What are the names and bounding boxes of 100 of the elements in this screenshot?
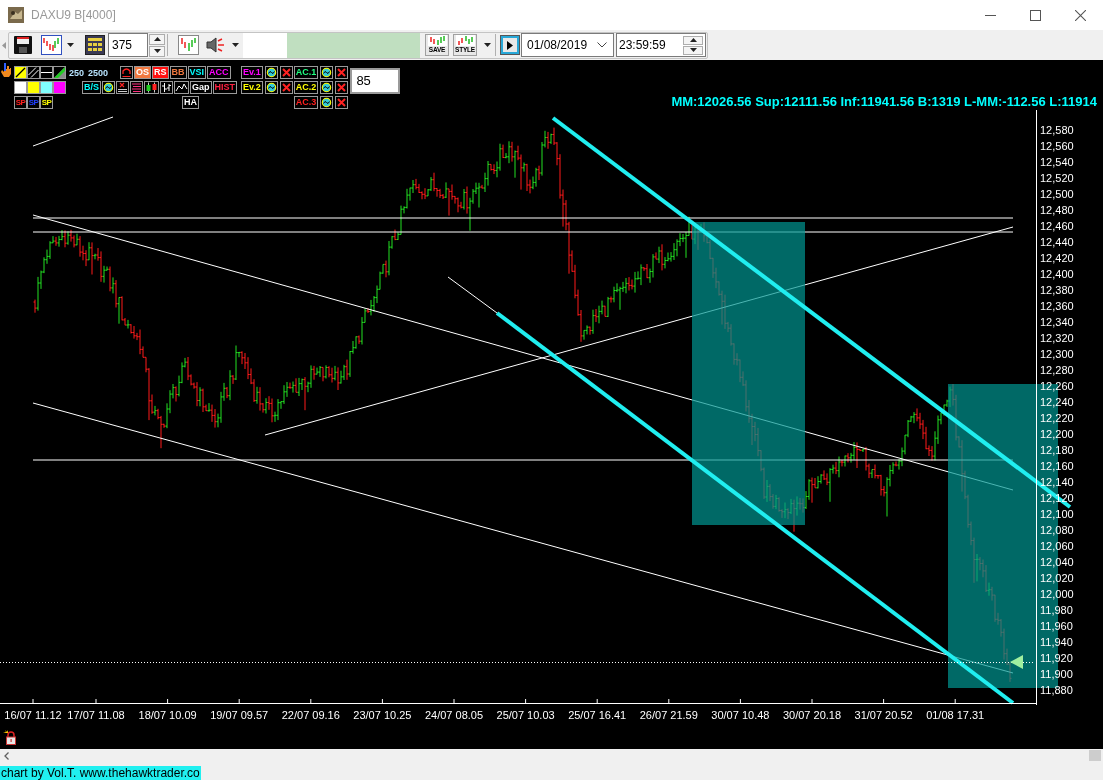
- price-label: 11,940: [1040, 636, 1073, 648]
- time-label: 22/07 09.16: [281, 709, 340, 721]
- price-label: 12,140: [1040, 476, 1074, 488]
- time-label: 17/07 11.08: [67, 709, 125, 721]
- close-icon[interactable]: [1075, 9, 1086, 21]
- arch-icon[interactable]: [120, 66, 134, 79]
- chart-style-button[interactable]: Gap: [190, 81, 212, 94]
- price-label: 12,120: [1040, 492, 1074, 504]
- horizontal-scrollbar[interactable]: [0, 749, 1103, 762]
- price-label: 12,000: [1040, 588, 1074, 600]
- wave-circle-icon[interactable]: [102, 81, 115, 94]
- chart-style-button[interactable]: HIST: [212, 81, 238, 94]
- shaded-area-icon[interactable]: [53, 66, 66, 79]
- value-field[interactable]: 85: [350, 68, 401, 94]
- indicator-button[interactable]: RS: [152, 66, 169, 79]
- price-label: 12,280: [1040, 364, 1074, 376]
- wave-circle-icon[interactable]: [264, 66, 278, 79]
- period-option[interactable]: 2500: [88, 66, 109, 79]
- time-label: 01/08 17.31: [926, 709, 985, 721]
- price-label: 12,460: [1040, 220, 1074, 232]
- time-label: 19/07 09.57: [210, 709, 269, 721]
- ac-level-button[interactable]: AC.3: [293, 96, 319, 109]
- chevron-left-icon[interactable]: [4, 751, 9, 760]
- grip-icon[interactable]: [2, 41, 6, 49]
- close-icon[interactable]: [335, 66, 349, 79]
- indicator-button[interactable]: VSI: [187, 66, 207, 79]
- time-label: 30/07 10.48: [711, 709, 770, 721]
- indicator-button[interactable]: ACC: [207, 66, 231, 79]
- price-label: 12,360: [1040, 300, 1074, 312]
- time-label: 31/07 20.52: [854, 709, 913, 721]
- price-label: 11,880: [1040, 684, 1073, 696]
- time-label: 25/07 10.03: [496, 709, 555, 721]
- close-icon[interactable]: [279, 66, 293, 79]
- price-label: 12,480: [1040, 204, 1074, 216]
- price-label: 12,240: [1040, 396, 1074, 408]
- time-label: 23/07 10.25: [353, 709, 412, 721]
- sp-button[interactable]: SP: [14, 96, 27, 109]
- window-title: DAXU9 B[4000]: [31, 8, 116, 22]
- color-swatch-icon[interactable]: [40, 81, 53, 94]
- buy-sell-button[interactable]: B/S: [82, 81, 101, 94]
- price-label: 12,020: [1040, 572, 1074, 584]
- price-label: 12,340: [1040, 316, 1074, 328]
- minimize-icon[interactable]: [985, 14, 996, 16]
- line-tool-icon[interactable]: [14, 66, 27, 79]
- triangle-marker-icon: [1010, 655, 1023, 669]
- indicator-readout: MM:12026.56 Sup:12111.56 Inf:11941.56 B:1319 L-MM:-112.56 L:11914: [671, 94, 1097, 109]
- wave-circle-icon[interactable]: [320, 96, 334, 109]
- time-label: 24/07 08.05: [424, 709, 484, 721]
- price-label: 12,500: [1040, 188, 1074, 200]
- app-icon: [8, 7, 24, 23]
- event-button[interactable]: Ev.1: [241, 66, 263, 79]
- price-label: 12,400: [1040, 268, 1074, 280]
- time-label: 25/07 16.41: [568, 709, 627, 721]
- sp-button[interactable]: SP: [40, 96, 53, 109]
- color-swatch-icon[interactable]: [14, 81, 27, 94]
- price-label: 12,200: [1040, 428, 1074, 440]
- ac-level-button[interactable]: AC.2: [293, 81, 319, 94]
- event-button[interactable]: Ev.2: [241, 81, 263, 94]
- price-label: 12,420: [1040, 252, 1074, 264]
- stripes-icon[interactable]: [130, 81, 143, 94]
- time-label: 16/07 11.12: [4, 709, 62, 721]
- price-label: 12,380: [1040, 284, 1074, 296]
- price-label: 12,160: [1040, 460, 1074, 472]
- period-option[interactable]: 250: [69, 66, 85, 79]
- wave-circle-icon[interactable]: [264, 81, 278, 94]
- wave-circle-icon[interactable]: [320, 81, 334, 94]
- price-label: 11,920: [1040, 652, 1073, 664]
- wave-circle-icon[interactable]: [320, 66, 334, 79]
- maximize-icon[interactable]: [1030, 9, 1041, 21]
- close-icon[interactable]: [279, 81, 293, 94]
- color-swatch-icon[interactable]: [53, 81, 66, 94]
- candlestick-icon[interactable]: [144, 81, 159, 94]
- ac-level-button[interactable]: AC.1: [293, 66, 319, 79]
- parallel-lines-icon[interactable]: [27, 66, 40, 79]
- price-label: 12,180: [1040, 444, 1074, 456]
- price-label: 11,900: [1040, 668, 1073, 680]
- price-label: 11,960: [1040, 620, 1073, 632]
- close-icon[interactable]: [335, 81, 349, 94]
- heikin-ashi-button[interactable]: HA: [182, 96, 199, 109]
- price-label: 12,060: [1040, 540, 1074, 552]
- price-label: 12,520: [1040, 172, 1074, 184]
- indicator-button[interactable]: BB: [169, 66, 187, 79]
- price-label: 12,580: [1040, 124, 1074, 136]
- cross-lines-icon[interactable]: [116, 81, 129, 94]
- close-icon[interactable]: [335, 96, 349, 109]
- zigzag-icon[interactable]: [174, 81, 189, 94]
- price-label: 12,440: [1040, 236, 1074, 248]
- horizontal-line-tool-icon[interactable]: [40, 66, 53, 79]
- lock-icon[interactable]: [3, 730, 18, 745]
- price-label: 12,100: [1040, 508, 1074, 520]
- color-swatch-icon[interactable]: [27, 81, 40, 94]
- hand-icon[interactable]: [1, 63, 11, 77]
- price-label: 12,040: [1040, 556, 1074, 568]
- price-label: 12,540: [1040, 156, 1074, 168]
- time-label: 18/07 10.09: [138, 709, 197, 721]
- credit-text: chart by Vol.T. www.thehawktrader.co: [0, 766, 201, 780]
- scrollbar-thumb[interactable]: [1089, 750, 1101, 761]
- price-label: 12,560: [1040, 140, 1074, 152]
- price-label: 12,300: [1040, 348, 1074, 360]
- ohlc-bars-icon[interactable]: [160, 81, 173, 94]
